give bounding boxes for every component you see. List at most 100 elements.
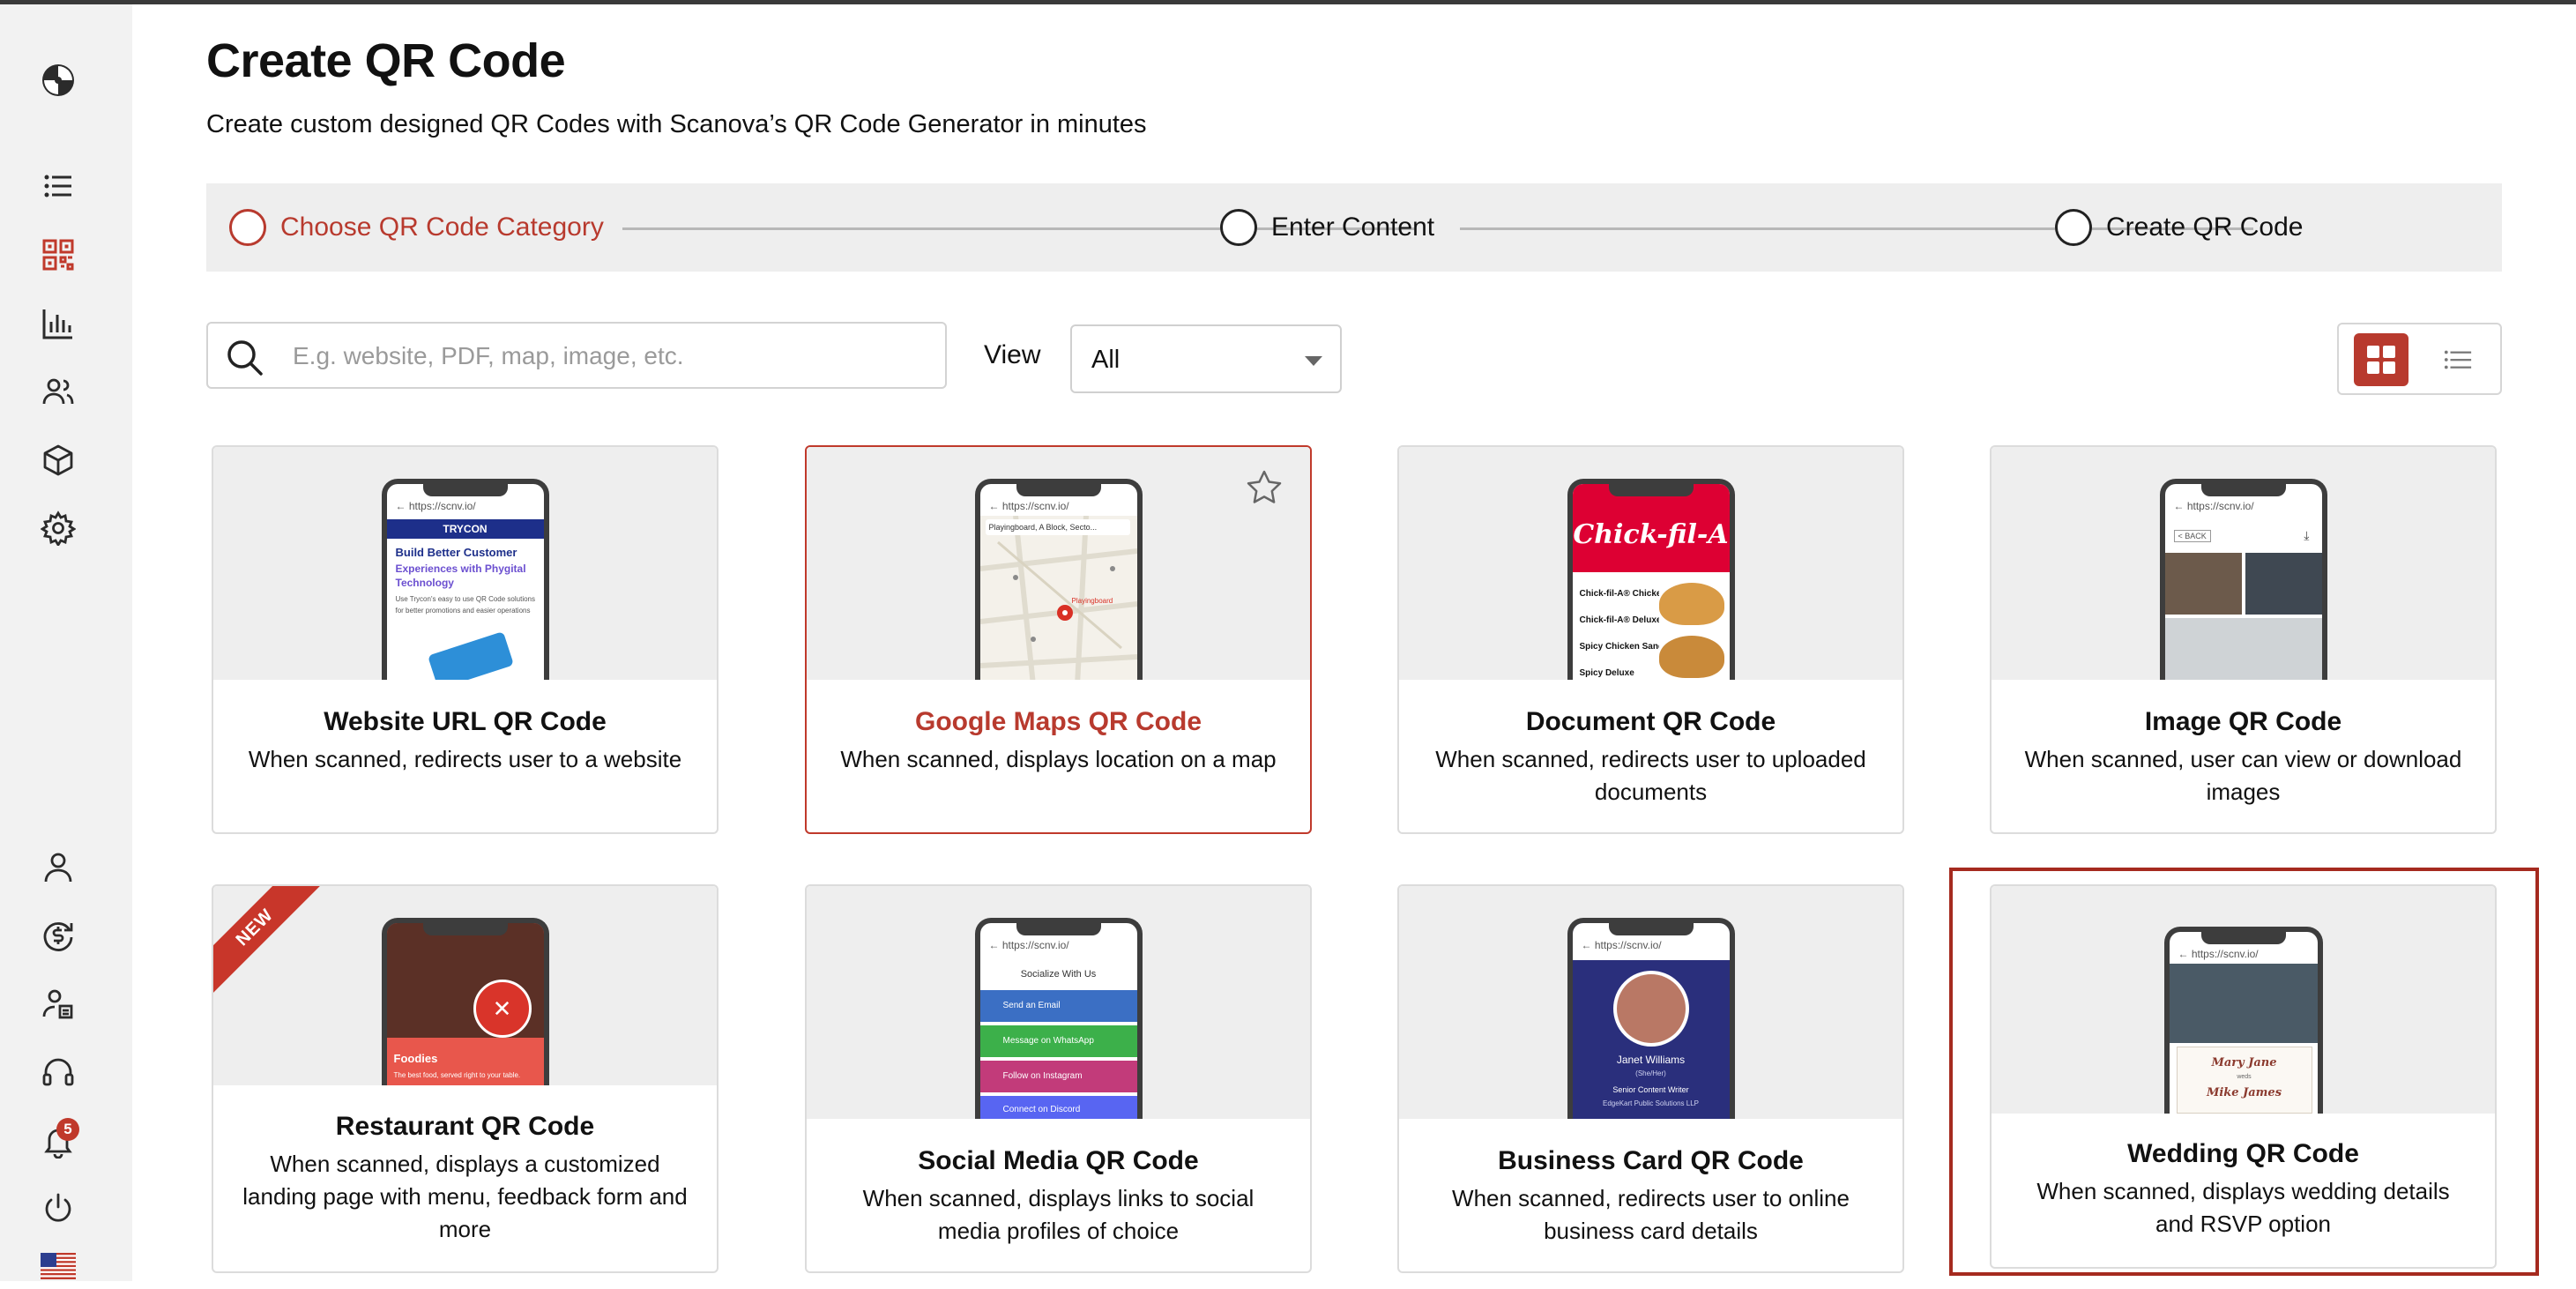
headset-icon[interactable] bbox=[35, 1049, 81, 1095]
bc-name: Janet Williams bbox=[1616, 1054, 1686, 1066]
step-label: Enter Content bbox=[1271, 212, 1435, 242]
phone-mockup: ← https://scnv.io/ Janet Williams (She/H… bbox=[1567, 918, 1735, 1119]
box-icon[interactable] bbox=[35, 437, 81, 483]
search-input[interactable] bbox=[293, 338, 910, 375]
grid-view-button[interactable] bbox=[2354, 333, 2408, 386]
power-icon[interactable] bbox=[35, 1186, 81, 1232]
billing-icon[interactable] bbox=[35, 913, 81, 958]
preview-url: ← https://scnv.io/ bbox=[2173, 500, 2254, 512]
card-title: Document QR Code bbox=[1525, 707, 1776, 736]
card-preview: ← https://scnv.io/ TRYCON Build Better C… bbox=[213, 447, 717, 680]
step-label: Create QR Code bbox=[2106, 212, 2304, 242]
step-create-qr[interactable]: Create QR Code bbox=[2055, 209, 2303, 246]
bc-company: EdgeKart Public Solutions LLP bbox=[1603, 1099, 1699, 1107]
bc-role: Senior Content Writer bbox=[1612, 1085, 1689, 1094]
preview-map: Playingboard, A Block, Secto... Playingb… bbox=[979, 515, 1137, 680]
top-border bbox=[0, 0, 2576, 4]
phone-mockup: ← https://scnv.io/ Playingboard, A Block… bbox=[974, 479, 1143, 680]
card-title: Google Maps QR Code bbox=[914, 707, 1202, 736]
social-link-whatsapp: Message on WhatsApp bbox=[979, 1025, 1137, 1057]
bell-icon[interactable]: 5 bbox=[35, 1118, 81, 1164]
phone-mockup: ← https://scnv.io/ TRYCON Build Better C… bbox=[381, 479, 549, 680]
preview-subline: Experiences with Phygital Technology bbox=[395, 563, 526, 589]
star-icon[interactable] bbox=[1245, 468, 1284, 507]
step-circle bbox=[2055, 209, 2092, 246]
admin-user-icon[interactable] bbox=[35, 981, 81, 1027]
step-circle bbox=[229, 209, 266, 246]
card-description: When scanned, displays links to social m… bbox=[862, 1185, 1254, 1244]
list-icon[interactable] bbox=[35, 163, 81, 209]
qr-icon[interactable] bbox=[35, 232, 81, 278]
card-restaurant[interactable]: NEW ✕ Foodies The best food, served righ… bbox=[212, 884, 718, 1273]
sandwich-image bbox=[1658, 583, 1724, 625]
gear-icon[interactable] bbox=[35, 505, 81, 551]
preview-url: ← https://scnv.io/ bbox=[395, 500, 476, 512]
preview-brand: Chick-fil-A bbox=[1573, 519, 1729, 550]
card-description: When scanned, redirects user to uploaded… bbox=[1435, 746, 1866, 805]
grid-icon bbox=[2367, 346, 2395, 374]
restaurant-tagline: The best food, served right to your tabl… bbox=[393, 1071, 521, 1079]
preview-url: ← https://scnv.io/ bbox=[988, 939, 1069, 951]
social-link-email: Send an Email bbox=[979, 990, 1137, 1022]
phone-mockup: ← https://scnv.io/ < BACK ⤓ bbox=[2159, 479, 2327, 680]
sidebar: 5 bbox=[0, 4, 132, 1281]
users-icon[interactable] bbox=[35, 369, 81, 414]
social-link-instagram: Follow on Instagram bbox=[979, 1061, 1137, 1092]
preview-brand-banner: Chick-fil-A bbox=[1572, 484, 1730, 572]
card-business-card[interactable]: ← https://scnv.io/ Janet Williams (She/H… bbox=[1397, 884, 1904, 1273]
card-description: When scanned, redirects user to online b… bbox=[1452, 1185, 1850, 1244]
wedding-card: Mary Jane weds Mike James bbox=[2176, 1047, 2312, 1114]
step-enter-content[interactable]: Enter Content bbox=[1220, 209, 1434, 246]
list-view-button[interactable] bbox=[2431, 333, 2485, 386]
gallery-image bbox=[2164, 553, 2242, 615]
page-title: Create QR Code bbox=[206, 34, 566, 87]
card-description: When scanned, displays wedding details a… bbox=[2036, 1178, 2450, 1237]
card-preview: ← https://scnv.io/ Janet Williams (She/H… bbox=[1399, 886, 1902, 1119]
logo-icon[interactable] bbox=[35, 57, 81, 103]
couple-photo bbox=[2169, 964, 2318, 1043]
us-flag-icon[interactable] bbox=[35, 1243, 81, 1289]
view-select[interactable]: All bbox=[1070, 324, 1342, 393]
download-icon: ⤓ bbox=[2304, 528, 2310, 542]
restaurant-name: Foodies bbox=[393, 1052, 438, 1065]
card-title: Wedding QR Code bbox=[2127, 1139, 2359, 1168]
card-wedding[interactable]: ← https://scnv.io/ Mary Jane weds Mike J… bbox=[1990, 884, 2497, 1269]
card-description: When scanned, displays a customized land… bbox=[242, 1151, 688, 1242]
bc-pronoun: (She/Her) bbox=[1635, 1069, 1666, 1077]
card-document[interactable]: Chick-fil-A Chick-fil-A® Chicken Chick-f… bbox=[1397, 445, 1904, 834]
chart-icon[interactable] bbox=[35, 301, 81, 346]
card-title: Website URL QR Code bbox=[324, 707, 607, 736]
preview-headline: Build Better Customer bbox=[395, 546, 517, 559]
phone-mockup: ✕ Foodies The best food, served right to… bbox=[381, 918, 549, 1085]
avatar bbox=[1612, 971, 1689, 1047]
card-title: Business Card QR Code bbox=[1498, 1146, 1804, 1175]
step-label: Choose QR Code Category bbox=[280, 212, 604, 242]
notification-badge: 5 bbox=[56, 1118, 79, 1141]
card-image[interactable]: ← https://scnv.io/ < BACK ⤓ Image QR Cod… bbox=[1990, 445, 2497, 834]
card-social-media[interactable]: ← https://scnv.io/ Socialize With Us Sen… bbox=[805, 884, 1312, 1273]
preview-url: ← https://scnv.io/ bbox=[1581, 939, 1662, 951]
restaurant-logo-icon: ✕ bbox=[473, 980, 532, 1038]
view-select-value: All bbox=[1091, 346, 1120, 374]
preview-qr-card-image bbox=[427, 631, 514, 680]
preview-brand-bar: TRYCON bbox=[386, 519, 544, 539]
card-title: Restaurant QR Code bbox=[335, 1112, 595, 1141]
card-preview: Chick-fil-A Chick-fil-A® Chicken Chick-f… bbox=[1399, 447, 1902, 680]
card-website-url[interactable]: ← https://scnv.io/ TRYCON Build Better C… bbox=[212, 445, 718, 834]
card-description: When scanned, user can view or download … bbox=[2024, 746, 2462, 805]
page-subtitle: Create custom designed QR Codes with Sca… bbox=[206, 110, 1147, 138]
card-google-maps[interactable]: ← https://scnv.io/ Playingboard, A Block… bbox=[805, 445, 1312, 834]
sandwich-image bbox=[1658, 636, 1724, 678]
map-graphic bbox=[979, 515, 1137, 680]
preview-body: Use Trycon's easy to use QR Code solutio… bbox=[395, 595, 536, 615]
map-pin-label: Playingboard bbox=[1071, 597, 1113, 605]
step-choose-category[interactable]: Choose QR Code Category bbox=[229, 209, 604, 246]
phone-mockup: ← https://scnv.io/ Mary Jane weds Mike J… bbox=[2163, 927, 2323, 1114]
card-description: When scanned, displays location on a map bbox=[840, 746, 1277, 772]
card-description: When scanned, redirects user to a websit… bbox=[248, 746, 682, 772]
stepper: Choose QR Code Category Enter Content Cr… bbox=[206, 183, 2502, 272]
step-circle bbox=[1220, 209, 1257, 246]
map-search-bar: Playingboard, A Block, Secto... bbox=[985, 519, 1130, 535]
card-preview: ← https://scnv.io/ Playingboard, A Block… bbox=[807, 447, 1310, 680]
user-icon[interactable] bbox=[35, 845, 81, 890]
